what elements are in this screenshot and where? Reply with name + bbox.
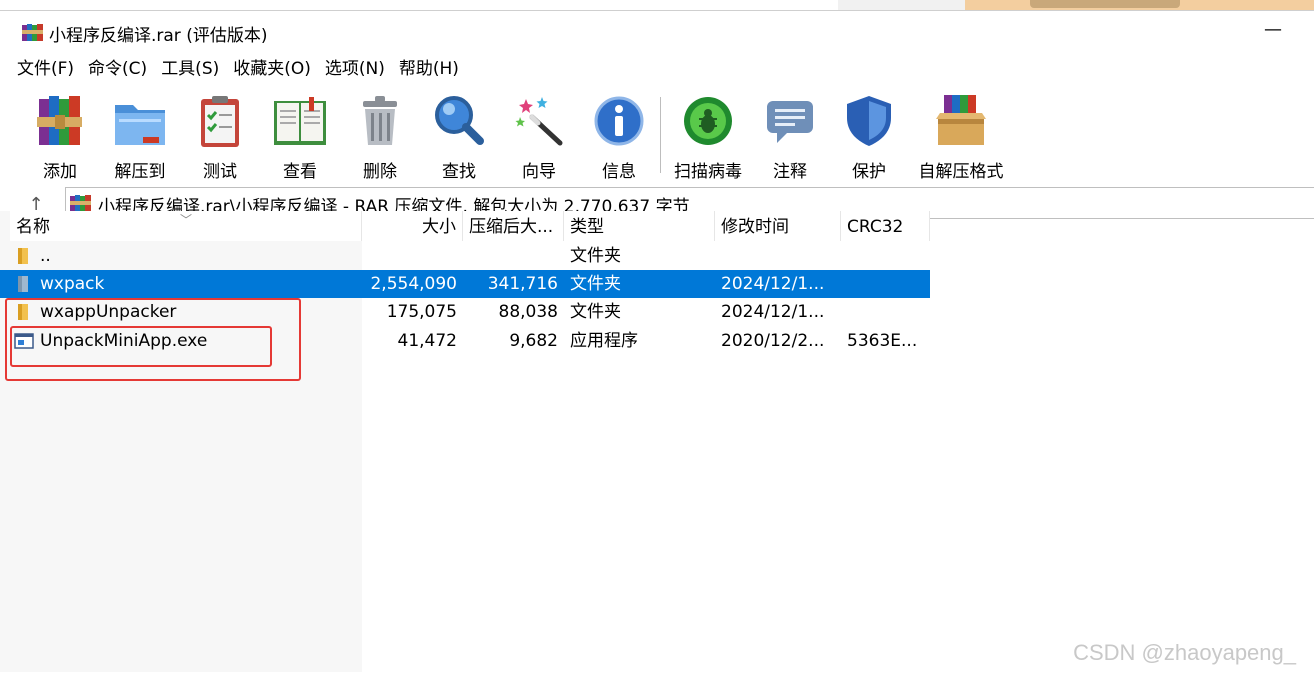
- find-label: 查找: [442, 162, 476, 182]
- file-list: 名称 ﹀ 大小 压缩后大... 类型 修改时间 CRC32 .. 文件夹 wxp…: [0, 211, 1314, 672]
- list-header: 名称 ﹀ 大小 压缩后大... 类型 修改时间 CRC32: [0, 211, 930, 241]
- delete-button[interactable]: 删除: [350, 91, 410, 182]
- add-label: 添加: [43, 162, 77, 182]
- menu-file[interactable]: 文件(F): [10, 56, 81, 82]
- file-name: wxpack: [40, 274, 105, 294]
- trash-icon: [363, 96, 397, 145]
- folder-extract-icon: [115, 105, 165, 145]
- wand-icon: [515, 97, 563, 146]
- file-name: ..: [40, 246, 51, 266]
- file-size: 2,554,090: [370, 274, 457, 294]
- file-type: 文件夹: [570, 302, 621, 322]
- view-button[interactable]: 查看: [268, 91, 332, 182]
- wizard-button[interactable]: 向导: [508, 91, 570, 182]
- delete-label: 删除: [363, 162, 397, 182]
- menu-favorites[interactable]: 收藏夹(O): [226, 56, 318, 82]
- menu-tools[interactable]: 工具(S): [154, 56, 226, 82]
- find-button[interactable]: 查找: [428, 91, 490, 182]
- file-row-wxpack[interactable]: wxpack 2,554,090 341,716 文件夹 2024/12/1..…: [0, 270, 930, 298]
- test-button[interactable]: 测试: [190, 91, 250, 182]
- info-label: 信息: [602, 162, 636, 182]
- toolbar: 添加 解压到 测试 查看 删除 查找 向导 信息 扫描病毒 注释 保护 自解压格…: [16, 91, 1314, 182]
- extract-to-button[interactable]: 解压到: [106, 91, 174, 182]
- file-crc: [841, 242, 930, 270]
- column-modified[interactable]: 修改时间: [715, 211, 841, 241]
- comment-button[interactable]: 注释: [760, 91, 820, 182]
- view-label: 查看: [283, 162, 317, 182]
- add-button[interactable]: 添加: [30, 91, 90, 182]
- file-crc: [841, 298, 930, 326]
- toolbar-separator: [660, 97, 661, 173]
- title-bar: 小程序反编译.rar (评估版本) —: [0, 11, 1314, 51]
- background-strip-dark: [1030, 0, 1180, 8]
- file-crc: 5363E...: [847, 331, 918, 351]
- column-packed[interactable]: 压缩后大...: [463, 211, 564, 241]
- file-row-parent[interactable]: .. 文件夹: [0, 242, 930, 270]
- sfx-label: 自解压格式: [918, 162, 1004, 182]
- file-packed: 341,716: [487, 274, 558, 294]
- file-modified: 2024/12/1...: [721, 274, 825, 294]
- bug-scan-icon: [684, 97, 732, 145]
- annotation-box-inner: [10, 326, 272, 367]
- menu-bar: 文件(F) 命令(C) 工具(S) 收藏夹(O) 选项(N) 帮助(H): [10, 56, 466, 82]
- file-modified: 2020/12/2...: [721, 331, 825, 351]
- minimize-button[interactable]: —: [1258, 19, 1288, 43]
- protect-label: 保护: [852, 162, 886, 182]
- file-packed: [463, 242, 564, 270]
- book-view-icon: [274, 97, 326, 145]
- file-packed: 88,038: [498, 302, 558, 322]
- shield-icon: [847, 96, 891, 146]
- sfx-button[interactable]: 自解压格式: [912, 91, 1010, 182]
- extract-to-label: 解压到: [114, 162, 166, 182]
- clipboard-test-icon: [201, 96, 239, 147]
- scan-virus-button[interactable]: 扫描病毒: [670, 91, 746, 182]
- folder-icon: [18, 276, 28, 292]
- file-crc: [841, 270, 930, 298]
- magnifier-icon: [435, 96, 484, 145]
- comment-label: 注释: [773, 162, 807, 182]
- info-button[interactable]: 信息: [588, 91, 650, 182]
- wizard-label: 向导: [522, 162, 556, 182]
- file-size: 41,472: [397, 331, 457, 351]
- window-title: 小程序反编译.rar (评估版本): [49, 26, 268, 46]
- file-size: [362, 242, 463, 270]
- column-crc[interactable]: CRC32: [841, 211, 930, 241]
- menu-options[interactable]: 选项(N): [318, 56, 392, 82]
- sfx-box-icon: [936, 95, 986, 145]
- test-label: 测试: [203, 162, 237, 182]
- file-size: 175,075: [386, 302, 457, 322]
- file-modified: 2024/12/1...: [721, 302, 825, 322]
- archive-icon: [70, 195, 91, 212]
- menu-commands[interactable]: 命令(C): [81, 56, 154, 82]
- file-type: 应用程序: [570, 331, 638, 351]
- comment-icon: [767, 101, 813, 143]
- file-type: 文件夹: [570, 274, 621, 294]
- watermark: CSDN @zhaoyapeng_: [1073, 640, 1296, 665]
- file-packed: 9,682: [509, 331, 558, 351]
- scan-virus-label: 扫描病毒: [674, 162, 742, 182]
- column-type[interactable]: 类型: [564, 211, 715, 241]
- books-add-icon: [37, 96, 82, 145]
- info-icon: [594, 96, 644, 146]
- file-type: 文件夹: [570, 246, 621, 266]
- sort-chevron-icon: ﹀: [180, 213, 193, 227]
- protect-button[interactable]: 保护: [838, 91, 900, 182]
- winrar-icon: [22, 24, 43, 41]
- column-size[interactable]: 大小: [362, 211, 463, 241]
- folder-icon: [18, 248, 28, 264]
- file-modified: [715, 242, 841, 270]
- menu-help[interactable]: 帮助(H): [392, 56, 466, 82]
